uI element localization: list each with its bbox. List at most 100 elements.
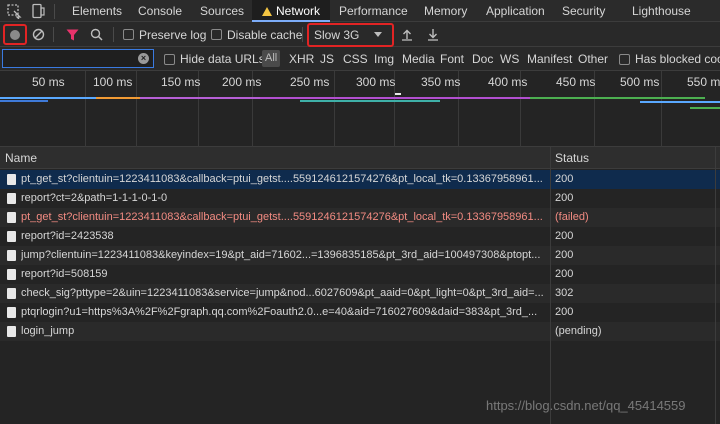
- table-row[interactable]: login_jump (pending): [0, 322, 720, 341]
- tab-security[interactable]: Security: [562, 0, 605, 22]
- devtools-tab-bar: Elements Console Sources Network Perform…: [0, 0, 720, 22]
- table-row[interactable]: ptqrlogin?u1=https%3A%2F%2Fgraph.qq.com%…: [0, 303, 720, 322]
- tab-elements[interactable]: Elements: [72, 0, 122, 22]
- overview-request-bar: [300, 100, 440, 102]
- throttling-select[interactable]: Slow 3G: [314, 22, 388, 47]
- column-resizer[interactable]: [715, 147, 716, 424]
- request-name: report?id=508159: [21, 268, 108, 280]
- overview-request-bar: [260, 97, 530, 99]
- request-status: 200: [555, 306, 574, 318]
- checkbox-box[interactable]: [619, 53, 630, 65]
- checkbox-box[interactable]: [123, 29, 134, 40]
- filter-type-media[interactable]: Media: [402, 47, 435, 71]
- export-har-icon[interactable]: [427, 28, 439, 41]
- watermark: https://blog.csdn.net/qq_45414559: [486, 398, 686, 413]
- filter-type-ws[interactable]: WS: [500, 47, 519, 71]
- filter-type-js[interactable]: JS: [320, 47, 334, 71]
- overview-request-bar: [0, 97, 100, 99]
- overview-tick: 200 ms: [222, 75, 262, 89]
- overview-tick: 450 ms: [556, 75, 596, 89]
- search-icon[interactable]: [90, 28, 103, 41]
- overview-request-bar: [690, 107, 720, 109]
- request-name: jump?clientuin=1223411083&keyindex=19&pt…: [21, 249, 541, 261]
- overview-tick: 50 ms: [32, 75, 65, 89]
- overview-request-bar: [140, 97, 260, 99]
- overview-tick: 500 ms: [620, 75, 660, 89]
- filter-icon[interactable]: [66, 29, 79, 41]
- column-resizer[interactable]: [550, 147, 551, 424]
- has-blocked-cookies-label: Has blocked cookies: [635, 52, 720, 66]
- overview-gridline: [85, 71, 86, 147]
- document-icon: [7, 307, 16, 318]
- hide-data-urls-label: Hide data URLs: [180, 52, 265, 66]
- table-row[interactable]: pt_get_st?clientuin=1223411083&callback=…: [0, 208, 720, 227]
- request-status: 200: [555, 230, 574, 242]
- has-blocked-cookies-checkbox[interactable]: Has blocked cookies: [619, 47, 720, 71]
- device-toolbar-icon[interactable]: [30, 3, 46, 19]
- tab-network-label: Network: [276, 4, 321, 18]
- tab-performance[interactable]: Performance: [339, 0, 408, 22]
- record-icon[interactable]: [9, 29, 21, 41]
- filter-type-xhr[interactable]: XHR: [289, 47, 314, 71]
- request-name: report?id=2423538: [21, 230, 114, 242]
- overview-gridline: [334, 71, 335, 147]
- disable-cache-checkbox[interactable]: Disable cache: [211, 22, 302, 47]
- request-name: report?ct=2&path=1-1-1-0-1-0: [21, 192, 168, 204]
- request-status: 200: [555, 192, 574, 204]
- clear-filter-icon[interactable]: ×: [138, 53, 149, 64]
- import-har-icon[interactable]: [401, 28, 413, 41]
- request-name: pt_get_st?clientuin=1223411083&callback=…: [21, 211, 543, 223]
- table-row[interactable]: pt_get_st?clientuin=1223411083&callback=…: [0, 170, 720, 189]
- preserve-log-checkbox[interactable]: Preserve log: [123, 22, 206, 47]
- overview-request-bar: [395, 93, 401, 95]
- tab-application[interactable]: Application: [486, 0, 545, 22]
- request-status: (failed): [555, 211, 589, 223]
- tab-console[interactable]: Console: [138, 0, 182, 22]
- clear-icon[interactable]: [32, 28, 45, 41]
- overview-tick: 100 ms: [93, 75, 133, 89]
- request-table: Name Status pt_get_st?clientuin=12234110…: [0, 147, 720, 424]
- overview-tick: 350 ms: [421, 75, 461, 89]
- table-row[interactable]: report?ct=2&path=1-1-1-0-1-0 200: [0, 189, 720, 208]
- tab-network[interactable]: Network: [252, 0, 331, 22]
- document-icon: [7, 326, 16, 337]
- request-status: 200: [555, 249, 574, 261]
- inspect-element-icon[interactable]: [6, 3, 22, 19]
- filter-type-font[interactable]: Font: [440, 47, 464, 71]
- checkbox-box[interactable]: [211, 29, 222, 40]
- preserve-log-label: Preserve log: [139, 27, 207, 42]
- table-row[interactable]: report?id=2423538 200: [0, 227, 720, 246]
- filter-type-doc[interactable]: Doc: [472, 47, 493, 71]
- tab-sources[interactable]: Sources: [200, 0, 244, 22]
- request-status: 200: [555, 173, 574, 185]
- tab-lighthouse[interactable]: Lighthouse: [632, 0, 691, 22]
- network-toolbar: Preserve log Disable cache Slow 3G: [0, 22, 720, 47]
- column-header-status[interactable]: Status: [555, 147, 589, 169]
- tab-memory[interactable]: Memory: [424, 0, 467, 22]
- filter-input[interactable]: ×: [2, 49, 154, 68]
- table-header: Name Status: [0, 147, 720, 169]
- table-row[interactable]: check_sig?pttype=2&uin=1223411083&servic…: [0, 284, 720, 303]
- filter-all-button[interactable]: All: [262, 50, 281, 67]
- table-row[interactable]: report?id=508159 200: [0, 265, 720, 284]
- network-overview[interactable]: 50 ms 100 ms 150 ms 200 ms 250 ms 300 ms…: [0, 71, 720, 147]
- table-row[interactable]: jump?clientuin=1223411083&keyindex=19&pt…: [0, 246, 720, 265]
- checkbox-box[interactable]: [164, 53, 175, 65]
- chevron-down-icon: [374, 32, 382, 37]
- column-header-name[interactable]: Name: [5, 147, 37, 169]
- document-icon: [7, 231, 16, 242]
- filter-type-img[interactable]: Img: [374, 47, 394, 71]
- filter-type-manifest[interactable]: Manifest: [527, 47, 572, 71]
- document-icon: [7, 288, 16, 299]
- document-icon: [7, 250, 16, 261]
- filter-type-css[interactable]: CSS: [343, 47, 368, 71]
- request-status: (pending): [555, 325, 602, 337]
- hide-data-urls-checkbox[interactable]: Hide data URLs: [164, 47, 265, 71]
- filter-type-other[interactable]: Other: [578, 47, 608, 71]
- request-name: check_sig?pttype=2&uin=1223411083&servic…: [21, 287, 544, 299]
- request-name: login_jump: [21, 325, 75, 337]
- filter-bar: × Hide data URLs All XHR JS CSS Img Medi…: [0, 47, 720, 71]
- overview-gridline: [661, 71, 662, 147]
- request-status: 302: [555, 287, 574, 299]
- toolbar-separator: [113, 27, 114, 42]
